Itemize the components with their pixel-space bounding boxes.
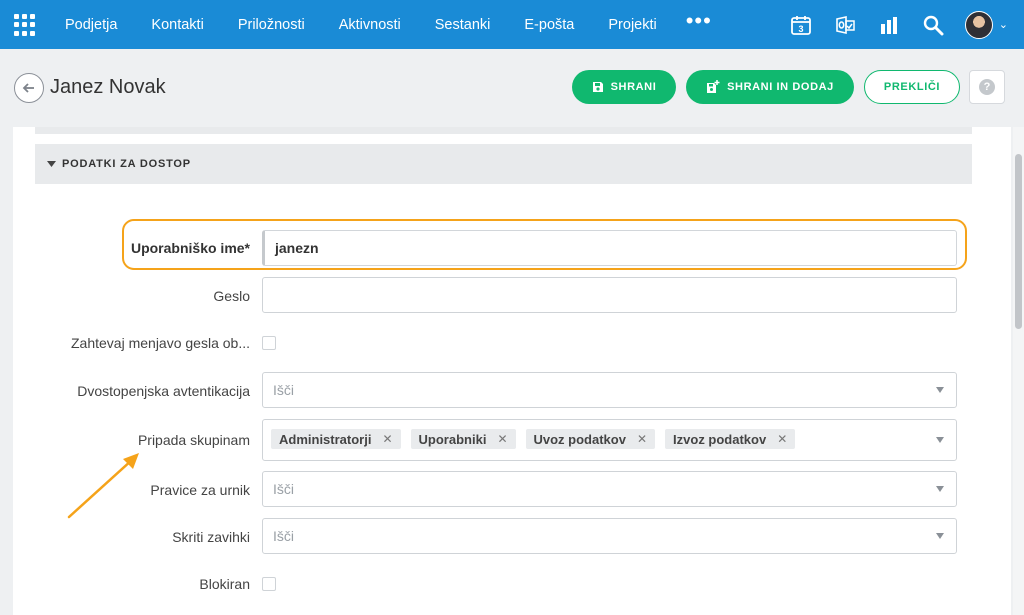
section-title: PODATKI ZA DOSTOP	[62, 158, 191, 170]
cancel-button[interactable]: PREKLIČI	[864, 70, 960, 104]
floppy-disk-icon	[592, 82, 603, 92]
vertical-scrollbar[interactable]	[1013, 127, 1024, 615]
group-tag-label: Uporabniki	[418, 431, 487, 447]
blocked-checkbox[interactable]	[262, 577, 276, 591]
nav-item-eposta[interactable]: E-pošta	[507, 17, 591, 33]
section-header-access[interactable]: PODATKI ZA DOSTOP	[35, 144, 972, 184]
scrollbar-thumb[interactable]	[1015, 154, 1022, 329]
groups-label: Pripada skupinam	[137, 432, 250, 448]
floppy-disk-plus-icon	[707, 80, 720, 93]
dropdown-caret-icon	[936, 486, 944, 492]
nav-item-projekti[interactable]: Projekti	[591, 17, 673, 33]
apps-grid-icon[interactable]	[14, 14, 36, 36]
save-button[interactable]: SHRANI	[572, 70, 676, 104]
group-tag-label: Uvoz podatkov	[533, 431, 626, 447]
save-and-add-button-label: SHRANI IN DODAJ	[727, 81, 834, 93]
annotation-arrow-icon	[67, 453, 139, 519]
two-factor-label: Dvostopenjska avtentikacija	[77, 383, 250, 399]
nav-item-aktivnosti[interactable]: Aktivnosti	[322, 17, 418, 33]
calendar-icon[interactable]: 3	[790, 14, 812, 36]
record-header: Janez Novak SHRANI SHRANI IN DODAJ PREKL…	[0, 49, 1024, 127]
two-factor-placeholder: Išči	[273, 382, 294, 398]
help-button[interactable]: ?	[969, 70, 1005, 104]
username-input[interactable]: janezn	[262, 230, 957, 266]
group-tag: Administratorji ✕	[271, 429, 401, 449]
schedule-rights-placeholder: Išči	[273, 481, 294, 497]
schedule-rights-label: Pravice za urnik	[150, 482, 250, 498]
nav-item-priloznosti[interactable]: Priložnosti	[221, 17, 322, 33]
previous-section-bar	[35, 127, 972, 134]
nav-item-sestanki[interactable]: Sestanki	[418, 17, 508, 33]
nav-right-tools: 3 ⌄	[779, 0, 1024, 49]
nav-item-kontakti[interactable]: Kontakti	[134, 17, 220, 33]
schedule-rights-select[interactable]: Išči	[262, 471, 957, 507]
question-icon: ?	[979, 79, 995, 95]
search-icon[interactable]	[922, 14, 944, 36]
dropdown-caret-icon	[936, 533, 944, 539]
back-button[interactable]	[14, 73, 44, 103]
outlook-icon[interactable]	[834, 14, 856, 36]
remove-tag-icon[interactable]: ✕	[382, 432, 392, 446]
dropdown-caret-icon	[936, 437, 944, 443]
arrow-left-icon	[22, 83, 34, 93]
top-navigation-bar: Podjetja Kontakti Priložnosti Aktivnosti…	[0, 0, 1024, 49]
hidden-tabs-select[interactable]: Išči	[262, 518, 957, 554]
password-input[interactable]	[262, 277, 957, 313]
remove-tag-icon[interactable]: ✕	[637, 432, 647, 446]
stats-icon[interactable]	[878, 14, 900, 36]
save-button-label: SHRANI	[610, 81, 657, 93]
password-label: Geslo	[213, 288, 250, 304]
chevron-down-icon[interactable]: ⌄	[999, 18, 1008, 31]
groups-multiselect[interactable]: Administratorji ✕ Uporabniki ✕ Uvoz poda…	[262, 419, 957, 461]
remove-tag-icon[interactable]: ✕	[497, 432, 507, 446]
caret-down-icon	[47, 161, 56, 167]
nav-menu: Podjetja Kontakti Priložnosti Aktivnosti…	[48, 0, 724, 49]
dropdown-caret-icon	[936, 387, 944, 393]
nav-more-icon[interactable]: •••	[674, 9, 724, 32]
group-tag-label: Administratorji	[279, 431, 372, 447]
hidden-tabs-placeholder: Išči	[273, 528, 294, 544]
group-tag: Izvoz podatkov ✕	[665, 429, 796, 449]
nav-item-podjetja[interactable]: Podjetja	[48, 17, 134, 33]
avatar[interactable]	[964, 10, 993, 39]
hidden-tabs-label: Skriti zavihki	[172, 529, 250, 545]
group-tag: Uporabniki ✕	[410, 429, 516, 449]
remove-tag-icon[interactable]: ✕	[777, 432, 787, 446]
page-title: Janez Novak	[50, 76, 166, 98]
two-factor-select[interactable]: Išči	[262, 372, 957, 408]
group-tag: Uvoz podatkov ✕	[525, 429, 656, 449]
require-password-change-label: Zahtevaj menjavo gesla ob...	[71, 335, 250, 351]
require-password-change-checkbox[interactable]	[262, 336, 276, 350]
calendar-day: 3	[798, 24, 803, 34]
group-tag-label: Izvoz podatkov	[673, 431, 767, 447]
form-content: PODATKI ZA DOSTOP Uporabniško ime* janez…	[13, 127, 1011, 615]
blocked-label: Blokiran	[199, 576, 250, 592]
username-label: Uporabniško ime*	[130, 240, 250, 256]
save-and-add-button[interactable]: SHRANI IN DODAJ	[686, 70, 854, 104]
